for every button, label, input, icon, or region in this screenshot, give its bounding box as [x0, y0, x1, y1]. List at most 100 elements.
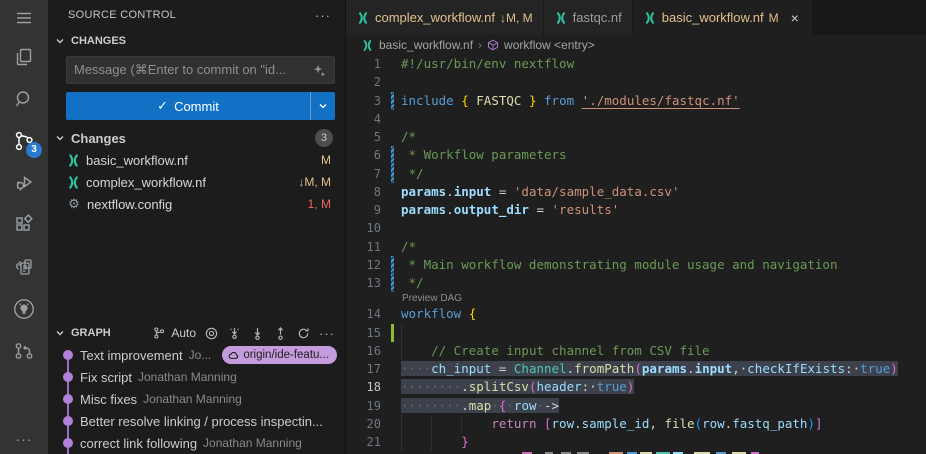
line-number: 7	[346, 165, 388, 183]
code-line[interactable]: 4	[346, 110, 926, 128]
github-icon[interactable]	[0, 288, 48, 330]
source-control-icon[interactable]: 3	[0, 120, 48, 162]
breadcrumb-file[interactable]: basic_workflow.nf	[379, 38, 473, 52]
git-graph-icon[interactable]	[0, 330, 48, 372]
commit-dot-icon	[60, 366, 76, 388]
git-gutter	[388, 183, 401, 201]
git-gutter	[388, 201, 401, 219]
commit-button[interactable]: ✓ Commit	[66, 92, 335, 120]
commit-dot-icon	[60, 388, 76, 410]
line-number: 19	[346, 397, 388, 415]
code-line[interactable]: 5/*	[346, 128, 926, 146]
gear-icon: ⚙	[66, 196, 82, 212]
git-gutter	[388, 110, 401, 128]
commit-row[interactable]: Fix script Jonathan Manning	[48, 366, 345, 388]
tab-basic-workflow[interactable]: basic_workflow.nf M ×	[633, 0, 813, 35]
source-control-sidebar: SOURCE CONTROL ··· CHANGES Message (⌘Ent…	[48, 0, 345, 454]
tab-bar: complex_workflow.nf ↓M, M fastqc.nf basi…	[346, 0, 926, 35]
line-number: 5	[346, 128, 388, 146]
editor-group: complex_workflow.nf ↓M, M fastqc.nf basi…	[345, 0, 926, 454]
code-line[interactable]: 15	[346, 324, 926, 342]
commit-dropdown-button[interactable]	[310, 92, 335, 120]
git-gutter	[388, 378, 401, 396]
code-line[interactable]: 3include { FASTQC } from './modules/fast…	[346, 92, 926, 110]
code-line[interactable]: 18········.splitCsv(header:·true)	[346, 378, 926, 396]
breadcrumb[interactable]: basic_workflow.nf › workflow <entry>	[346, 35, 926, 55]
activity-more-icon[interactable]: ···	[0, 424, 48, 454]
codelens-preview-dag[interactable]: Preview DAG	[346, 292, 926, 305]
graph-section-header[interactable]: GRAPH Auto	[48, 322, 345, 344]
sidebar-title: SOURCE CONTROL	[68, 9, 176, 21]
tab-complex-workflow[interactable]: complex_workflow.nf ↓M, M	[346, 0, 544, 35]
references-icon[interactable]	[0, 246, 48, 288]
code-line[interactable]: 9params.output_dir = 'results'	[346, 201, 926, 219]
code-line[interactable]: 2	[346, 73, 926, 91]
push-icon[interactable]	[273, 326, 288, 341]
changes-count-badge: 3	[315, 129, 333, 147]
code-line[interactable]: 1#!/usr/bin/env nextflow	[346, 55, 926, 73]
git-gutter	[388, 397, 401, 415]
fetch-icon[interactable]	[227, 326, 242, 341]
line-number: 11	[346, 238, 388, 256]
refresh-icon[interactable]	[296, 326, 311, 341]
nextflow-file-icon	[66, 175, 81, 190]
code-line[interactable]: 6 * Workflow parameters	[346, 146, 926, 164]
line-number: 18	[346, 378, 388, 396]
git-gutter-add-indicator	[388, 324, 401, 342]
target-icon[interactable]	[204, 326, 219, 341]
commit-row[interactable]: Text improvement Jo... origin/ide-featu.…	[48, 344, 345, 366]
code-line[interactable]: 16 // Create input channel from CSV file	[346, 342, 926, 360]
code-line[interactable]: 14workflow {	[346, 305, 926, 323]
line-number: 9	[346, 201, 388, 219]
commit-row[interactable]: correct link following Jonathan Manning	[48, 432, 345, 454]
tab-fastqc[interactable]: fastqc.nf	[544, 0, 633, 35]
sparkle-icon[interactable]	[312, 63, 327, 78]
run-debug-icon[interactable]	[0, 162, 48, 204]
code-line[interactable]: 11/*	[346, 238, 926, 256]
line-number: 6	[346, 146, 388, 164]
breadcrumb-separator: ›	[478, 38, 482, 52]
code-line[interactable]: 7 */	[346, 165, 926, 183]
code-line[interactable]: 12 * Main workflow demonstrating module …	[346, 256, 926, 274]
code-lines: 1#!/usr/bin/env nextflow23include { FAST…	[346, 55, 926, 454]
code-line[interactable]: 8params.input = 'data/sample_data.csv'	[346, 183, 926, 201]
line-number: 1	[346, 55, 388, 73]
breadcrumb-symbol[interactable]: workflow <entry>	[504, 38, 595, 52]
graph-more-icon[interactable]: ···	[319, 326, 335, 341]
pull-icon[interactable]	[250, 326, 265, 341]
code-line[interactable]: 19········.map·{·row·->	[346, 397, 926, 415]
git-gutter	[388, 55, 401, 73]
code-editor[interactable]: 1#!/usr/bin/env nextflow23include { FAST…	[346, 55, 926, 454]
line-number: 16	[346, 342, 388, 360]
graph-auto-label[interactable]: Auto	[171, 326, 196, 340]
sidebar-more-icon[interactable]: ···	[315, 8, 331, 23]
commit-message-input[interactable]: Message (⌘Enter to commit on "id...	[66, 56, 335, 84]
git-gutter	[388, 433, 401, 451]
code-line[interactable]: 20 return [row.sample_id, file(row.fastq…	[346, 415, 926, 433]
git-gutter	[388, 238, 401, 256]
branch-ref-badge[interactable]: origin/ide-featu...	[222, 346, 337, 364]
code-line[interactable]: 10	[346, 219, 926, 237]
changed-file-complex-workflow[interactable]: complex_workflow.nf ↓M, M	[48, 171, 345, 193]
explorer-icon[interactable]	[0, 36, 48, 78]
code-line[interactable]: 17····ch_input = Channel.fromPath(params…	[346, 360, 926, 378]
vscode-window: 3 ··· SOURCE CONTROL ··· CHANGES	[0, 0, 926, 454]
commit-dot-icon	[60, 432, 76, 454]
commit-row[interactable]: Misc fixes Jonathan Manning	[48, 388, 345, 410]
changed-file-nextflow-config[interactable]: ⚙ nextflow.config 1, M	[48, 193, 345, 215]
commit-row[interactable]: Better resolve linking / process inspect…	[48, 410, 345, 432]
changes-section-header[interactable]: CHANGES	[48, 30, 345, 52]
changes-group-header[interactable]: Changes 3	[48, 127, 345, 149]
git-gutter	[388, 128, 401, 146]
code-line[interactable]: 13 */	[346, 274, 926, 292]
commit-message-placeholder: Message (⌘Enter to commit on "id...	[74, 62, 308, 78]
git-gutter-mod-indicator	[388, 165, 401, 183]
extensions-icon[interactable]	[0, 204, 48, 246]
menu-icon[interactable]	[0, 0, 48, 36]
git-branch-icon[interactable]	[152, 326, 166, 340]
code-line[interactable]: 21 }	[346, 433, 926, 451]
changed-file-basic-workflow[interactable]: basic_workflow.nf M	[48, 149, 345, 171]
chevron-down-icon	[52, 325, 68, 341]
close-icon[interactable]: ×	[788, 10, 802, 26]
search-icon[interactable]	[0, 78, 48, 120]
